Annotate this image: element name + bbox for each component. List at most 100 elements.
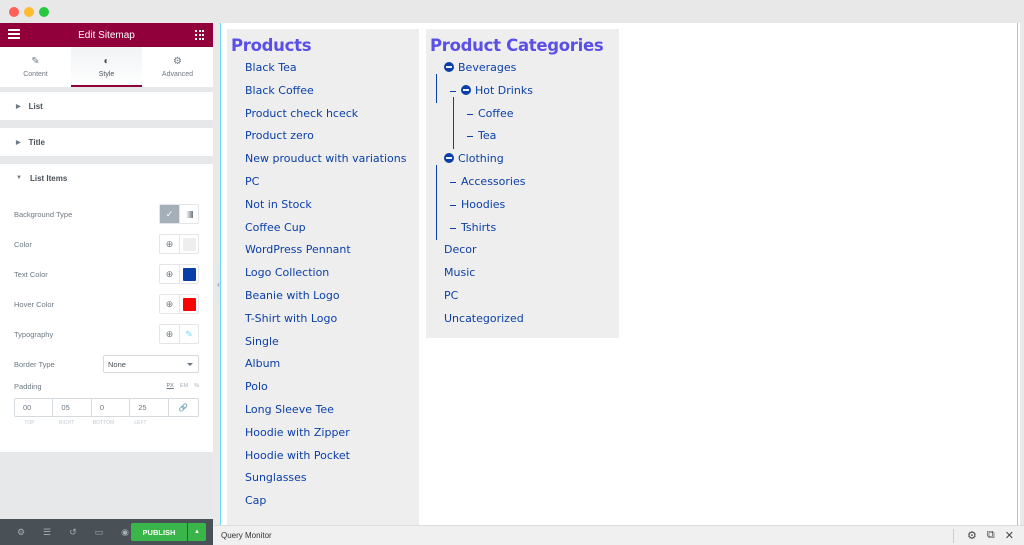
- section-title[interactable]: ▶ Title: [0, 128, 213, 156]
- global-colors-icon[interactable]: ⊕: [160, 265, 179, 283]
- category-item[interactable]: Music: [444, 262, 619, 285]
- tab-label: Content: [23, 71, 48, 78]
- product-link[interactable]: Long Sleeve Tee: [245, 399, 419, 422]
- global-fonts-icon[interactable]: ⊕: [160, 325, 179, 343]
- unit-switcher: PX EM %: [167, 383, 199, 389]
- section-list[interactable]: ▶ List: [0, 92, 213, 120]
- product-link[interactable]: PC: [245, 171, 419, 194]
- responsive-icon[interactable]: ▭: [86, 527, 112, 538]
- collapse-minus-icon[interactable]: [444, 153, 454, 164]
- category-item[interactable]: Coffee: [444, 103, 619, 126]
- padding-top-input[interactable]: 00: [15, 399, 52, 416]
- global-colors-icon[interactable]: ⊕: [160, 295, 179, 313]
- window-zoom-button[interactable]: [39, 7, 49, 17]
- category-label: Uncategorized: [444, 311, 524, 325]
- product-link[interactable]: New prouduct with variations: [245, 148, 419, 171]
- border-type-select[interactable]: None: [103, 355, 199, 373]
- category-item[interactable]: Beverages: [444, 57, 619, 80]
- collapse-minus-icon[interactable]: [444, 62, 454, 72]
- publish-options-button[interactable]: ▲: [188, 523, 206, 541]
- history-icon[interactable]: ↺: [60, 527, 86, 538]
- global-colors-icon[interactable]: ⊕: [160, 235, 179, 253]
- settings-icon[interactable]: ⚙: [8, 527, 34, 538]
- product-link[interactable]: WordPress Pennant: [245, 239, 419, 262]
- typography-control: Typography ⊕ ✎: [14, 324, 199, 344]
- product-link[interactable]: Sunglasses: [245, 467, 419, 490]
- product-link[interactable]: Beanie with Logo: [245, 285, 419, 308]
- popout-icon[interactable]: ⧉: [987, 529, 995, 542]
- padding-left-input[interactable]: 25: [129, 399, 167, 416]
- hover-color-picker[interactable]: [179, 295, 198, 313]
- widgets-grid-icon[interactable]: [195, 30, 205, 40]
- background-type-control: Background Type ✓: [14, 204, 199, 224]
- tab-advanced[interactable]: ⚙ Advanced: [142, 47, 213, 87]
- products-title: Products: [231, 36, 312, 55]
- category-item[interactable]: Accessories: [444, 171, 619, 194]
- query-monitor-label[interactable]: Query Monitor: [221, 531, 272, 540]
- tab-label: Advanced: [161, 71, 194, 78]
- edit-pencil-icon[interactable]: ✎: [179, 325, 198, 343]
- text-color-picker[interactable]: [179, 265, 198, 283]
- product-link[interactable]: Product check hceck: [245, 103, 419, 126]
- category-item[interactable]: Tea: [444, 125, 619, 148]
- hamburger-menu-icon[interactable]: [8, 29, 20, 39]
- product-link[interactable]: Logo Collection: [245, 262, 419, 285]
- publish-button[interactable]: PUBLISH: [131, 523, 187, 541]
- unit-px[interactable]: PX: [167, 383, 174, 389]
- hover-color-control: Hover Color ⊕: [14, 294, 199, 314]
- category-label: Music: [444, 266, 476, 280]
- query-monitor-bar: Query Monitor ⚙ ⧉ ✕: [213, 525, 1024, 545]
- category-item[interactable]: Hot Drinks: [444, 80, 619, 103]
- product-link[interactable]: Coffee Cup: [245, 217, 419, 240]
- section-list-items[interactable]: ▼ List Items: [0, 164, 213, 192]
- category-item[interactable]: Uncategorized: [444, 308, 619, 331]
- tab-content[interactable]: ✎ Content: [0, 47, 71, 87]
- category-item[interactable]: PC: [444, 285, 619, 308]
- padding-right-input[interactable]: 05: [52, 399, 90, 416]
- padding-labels: TOP RIGHT BOTTOM LEFT: [14, 420, 162, 426]
- product-link[interactable]: Black Tea: [245, 57, 419, 80]
- chevron-down-icon: [187, 363, 193, 366]
- tree-trunk-line: [453, 96, 454, 149]
- list-items-controls: Background Type ✓ Color ⊕ Text Color ⊕ H…: [0, 192, 213, 452]
- product-link[interactable]: Black Coffee: [245, 80, 419, 103]
- gradient-icon[interactable]: [179, 205, 198, 223]
- unit-percent[interactable]: %: [194, 383, 199, 389]
- tree-trunk-line: [436, 74, 437, 104]
- category-item[interactable]: Tshirts: [444, 217, 619, 240]
- close-icon[interactable]: ✕: [1005, 529, 1014, 542]
- category-item[interactable]: Decor: [444, 239, 619, 262]
- product-link[interactable]: Cap: [245, 490, 419, 513]
- product-link[interactable]: Hoodie with Zipper: [245, 422, 419, 445]
- canvas-guide-left: [220, 23, 221, 525]
- control-label: Color: [14, 239, 32, 249]
- product-link[interactable]: Hoodie with Pocket: [245, 445, 419, 468]
- product-link[interactable]: Album: [245, 353, 419, 376]
- product-link[interactable]: Polo: [245, 376, 419, 399]
- classic-brush-icon[interactable]: ✓: [160, 205, 179, 223]
- window-close-button[interactable]: [9, 7, 19, 17]
- product-link[interactable]: Single: [245, 331, 419, 354]
- padding-inputs: 00 05 0 25 🔗: [14, 398, 199, 417]
- tab-label: Style: [98, 71, 115, 78]
- link-values-icon[interactable]: 🔗: [167, 399, 198, 416]
- gear-icon: ⚙: [173, 56, 182, 67]
- padding-bottom-input[interactable]: 0: [90, 399, 129, 416]
- layers-icon[interactable]: ☰: [34, 527, 60, 538]
- settings-icon[interactable]: ⚙: [967, 529, 977, 542]
- color-picker[interactable]: [179, 235, 198, 253]
- unit-em[interactable]: EM: [180, 383, 188, 389]
- product-link[interactable]: Not in Stock: [245, 194, 419, 217]
- product-link[interactable]: Product zero: [245, 125, 419, 148]
- category-item[interactable]: Clothing: [444, 148, 619, 171]
- collapse-minus-icon[interactable]: [461, 84, 471, 95]
- control-label: Border Type: [14, 359, 55, 369]
- padding-label: BOTTOM: [92, 420, 115, 426]
- category-item[interactable]: Hoodies: [444, 194, 619, 217]
- products-list: Black Tea Black Coffee Product check hceck…: [231, 57, 419, 513]
- window-minimize-button[interactable]: [24, 7, 34, 17]
- tree-branch-line: [450, 204, 456, 206]
- window-titlebar: [0, 0, 1024, 23]
- product-link[interactable]: T-Shirt with Logo: [245, 308, 419, 331]
- tab-style[interactable]: ◐ Style: [71, 47, 142, 87]
